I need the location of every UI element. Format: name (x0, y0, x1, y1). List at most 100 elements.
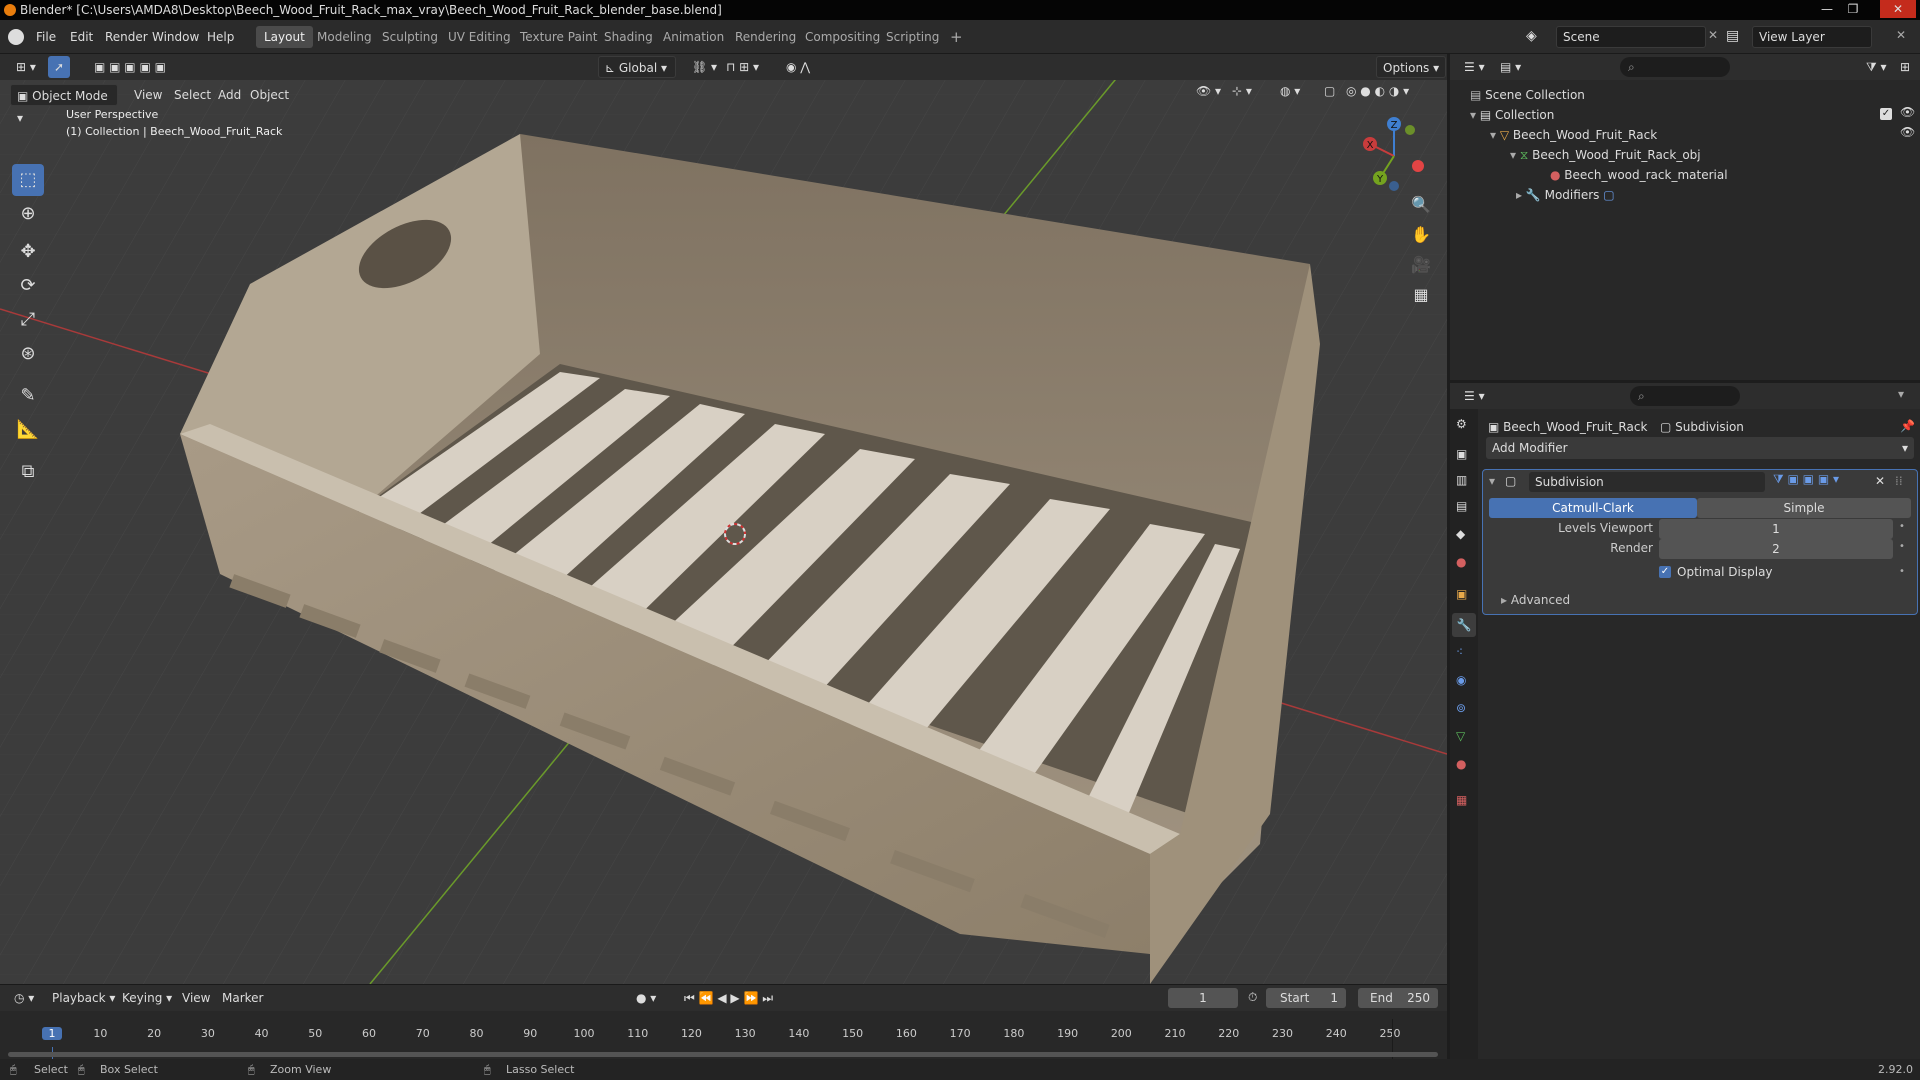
scale-tool-icon[interactable]: ⤢ (12, 304, 44, 336)
annotate-tool-icon[interactable]: ✎ (12, 380, 44, 412)
tab-uv-editing[interactable]: UV Editing (440, 26, 519, 48)
viewport-menu-view[interactable]: View (128, 84, 168, 106)
scene-selector-icon[interactable]: ◈ (1526, 28, 1537, 44)
new-collection-icon[interactable]: ⊞ (1894, 56, 1916, 78)
3d-viewport[interactable]: ⊞ ▾ ➚ ▣ ▣ ▣ ▣ ▣ ⊾ Global ▾ ⛓ ▾ ⊓ ⊞ ▾ ◉ ⋀… (0, 54, 1447, 984)
shading-modes[interactable]: ◎ ● ◐ ◑ ▾ (1340, 80, 1415, 102)
constraints-tab-icon[interactable]: ⊚ (1456, 701, 1466, 715)
marker-menu[interactable]: Marker (216, 987, 269, 1009)
start-frame-field[interactable]: Start 1 (1266, 988, 1346, 1008)
keyframe-dot-icon[interactable]: • (1899, 521, 1905, 532)
keyframe-dot-icon[interactable]: • (1899, 566, 1905, 577)
camera-view-icon[interactable]: 🎥 (1408, 252, 1434, 278)
chevron-down-icon[interactable]: ▾ (1898, 387, 1904, 401)
modifier-toggle-icons[interactable]: ⧩ ▣ ▣ ▣ ▾ (1773, 472, 1839, 487)
tab-layout[interactable]: Layout (256, 26, 313, 48)
add-cube-tool-icon[interactable]: ⧉ (12, 456, 44, 488)
keying-menu[interactable]: Keying ▾ (116, 987, 178, 1009)
gizmo-toggle-icon[interactable]: ⊹ ▾ (1226, 80, 1258, 102)
view-layer-icon[interactable]: ▤ (1726, 28, 1739, 44)
snap-icon[interactable]: ⊓ ⊞ ▾ (720, 56, 765, 78)
viewport-menu-object[interactable]: Object (244, 84, 295, 106)
pin-icon[interactable]: 📌 (1900, 419, 1915, 433)
outliner-row-material[interactable]: ● Beech_wood_rack_material (1550, 165, 1728, 185)
select-tool-button[interactable]: ➚ (48, 56, 71, 78)
add-workspace-button[interactable]: + (942, 26, 971, 48)
remove-view-layer-icon[interactable]: ✕ (1896, 28, 1906, 42)
remove-scene-icon[interactable]: ✕ (1708, 28, 1718, 42)
object-tab-icon[interactable]: ▣ (1456, 587, 1467, 601)
optimal-display-checkbox[interactable]: ✓ (1659, 566, 1671, 578)
menu-window[interactable]: Window (146, 20, 205, 54)
visibility-icon[interactable]: 👁 ▾ (1190, 80, 1227, 102)
editor-type-button[interactable]: ⊞ ▾ (10, 56, 42, 78)
pan-hand-icon[interactable]: ✋ (1408, 222, 1434, 248)
outliner-row-collection[interactable]: ▾ ▤ Collection (1470, 105, 1910, 125)
outliner-row-modifiers[interactable]: ▸ 🔧 Modifiers ▢ (1516, 185, 1615, 205)
properties-search-input[interactable]: ⌕ (1630, 386, 1740, 406)
viewport-menu-select[interactable]: Select (168, 84, 217, 106)
simple-button[interactable]: Simple (1697, 498, 1911, 518)
timeline-ruler[interactable]: 1 10 20 30 40 50 60 70 80 90 100 110 120 130 140 150 160… (0, 1011, 1447, 1060)
object-visibility-eye-icon[interactable]: 👁 (1900, 125, 1915, 139)
collapse-panel-icon[interactable]: ▾ (1489, 474, 1495, 488)
render-tab-icon[interactable]: ▣ (1456, 447, 1467, 461)
data-tab-icon[interactable]: ▽ (1456, 729, 1465, 743)
record-keyframe-icon[interactable]: ● ▾ (630, 987, 662, 1009)
physics-tab-icon[interactable]: ◉ (1456, 673, 1466, 687)
tab-shading[interactable]: Shading (596, 26, 661, 48)
navigation-gizmo[interactable]: Z X Y (1356, 114, 1436, 194)
levels-viewport-field[interactable]: 1 (1659, 519, 1893, 539)
tool-tab-icon[interactable]: ⚙ (1456, 417, 1467, 431)
outliner-row-mesh[interactable]: ▾ ⧖ Beech_Wood_Fruit_Rack_obj (1510, 145, 1701, 165)
modifier-tab-icon[interactable]: 🔧 (1452, 613, 1476, 637)
tab-scripting[interactable]: Scripting (878, 26, 947, 48)
advanced-subpanel[interactable]: ▸ Advanced (1501, 593, 1570, 607)
stopwatch-icon[interactable]: ⏱ (1248, 990, 1257, 1005)
options-dropdown[interactable]: Options ▾ (1376, 56, 1447, 78)
playback-menu[interactable]: Playback ▾ (46, 987, 121, 1009)
collection-include-checkbox[interactable]: ✓ (1880, 108, 1892, 120)
outliner-row-object[interactable]: ▾ ▽ Beech_Wood_Fruit_Rack (1490, 125, 1657, 145)
timeline-scrollbar[interactable] (8, 1052, 1438, 1057)
tab-modeling[interactable]: Modeling (309, 26, 380, 48)
add-modifier-dropdown[interactable]: Add Modifier ▾ (1486, 437, 1914, 459)
selection-modes[interactable]: ▣ ▣ ▣ ▣ ▣ (88, 56, 172, 78)
minimize-button[interactable]: — (1816, 0, 1838, 18)
view-layer-tab-icon[interactable]: ▤ (1456, 499, 1467, 513)
filter-icon[interactable]: ⧩ ▾ (1860, 56, 1893, 78)
modifier-name-field[interactable]: Subdivision (1529, 472, 1765, 492)
overlay-toggle-icon[interactable]: ◍ ▾ (1274, 80, 1306, 102)
timeline-view-menu[interactable]: View (176, 987, 216, 1009)
tab-compositing[interactable]: Compositing (797, 26, 888, 48)
properties-editor-type-icon[interactable]: ☰ ▾ (1458, 385, 1491, 407)
tab-animation[interactable]: Animation (655, 26, 732, 48)
outliner-row-scene-collection[interactable]: ▤ Scene Collection (1470, 85, 1585, 105)
render-levels-field[interactable]: 2 (1659, 539, 1893, 559)
move-tool-icon[interactable]: ✥ (12, 236, 44, 268)
drag-handle-icon[interactable]: ⁞⁞ (1895, 474, 1903, 488)
tab-rendering[interactable]: Rendering (727, 26, 804, 48)
timeline-editor-type-icon[interactable]: ◷ ▾ (8, 987, 40, 1009)
proportional-edit-icon[interactable]: ◉ ⋀ (780, 56, 816, 78)
select-box-icon[interactable]: ⬚ (12, 164, 44, 196)
zoom-icon[interactable]: 🔍 (1408, 192, 1434, 218)
end-frame-field[interactable]: End 250 (1358, 988, 1438, 1008)
measure-tool-icon[interactable]: 📐 (12, 414, 44, 446)
rotate-tool-icon[interactable]: ⟳ (12, 270, 44, 302)
transform-tool-icon[interactable]: ⊛ (12, 338, 44, 370)
menu-help[interactable]: Help (201, 20, 240, 54)
tab-texture-paint[interactable]: Texture Paint (512, 26, 605, 48)
texture-tab-icon[interactable]: ▦ (1456, 793, 1467, 807)
xray-toggle-icon[interactable]: ▢ (1318, 80, 1341, 102)
catmull-clark-button[interactable]: Catmull-Clark (1489, 498, 1697, 518)
cursor-tool-icon[interactable]: ⊕ (12, 198, 44, 230)
close-button[interactable]: ✕ (1880, 0, 1916, 18)
scene-name-field[interactable]: Scene (1556, 26, 1706, 48)
collection-visibility-eye-icon[interactable]: 👁 (1900, 105, 1915, 119)
keyframe-dot-icon[interactable]: • (1899, 541, 1905, 552)
scene-tab-icon[interactable]: ◆ (1456, 527, 1465, 541)
menu-file[interactable]: File (30, 20, 62, 54)
material-tab-icon[interactable]: ● (1456, 757, 1466, 771)
object-mode-dropdown[interactable]: ▣ Object Mode ▾ (10, 84, 118, 125)
